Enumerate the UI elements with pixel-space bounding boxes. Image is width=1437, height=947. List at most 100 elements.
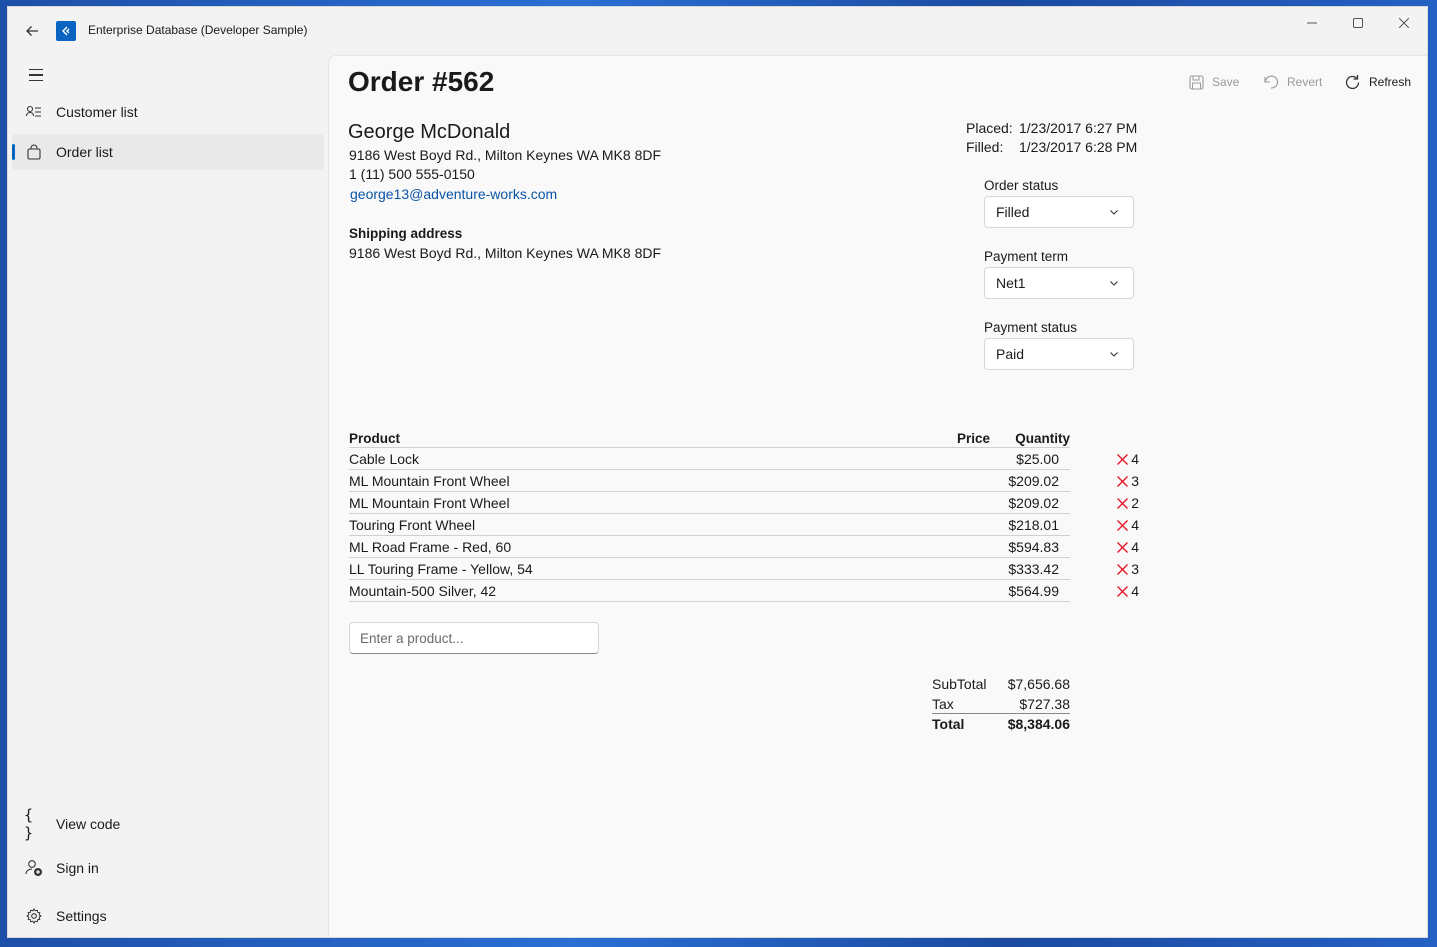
nav-item-settings[interactable]: Settings: [12, 898, 324, 934]
delete-x-icon: [1116, 541, 1128, 553]
code-braces-icon: { }: [24, 806, 34, 842]
delete-x-icon: [1116, 497, 1128, 509]
order-totals: SubTotal $7,656.68 Tax $727.38 Total $8,…: [932, 674, 1070, 734]
refresh-label: Refresh: [1369, 75, 1412, 89]
nav-item-order-list[interactable]: Order list: [12, 134, 324, 170]
nav-item-label: Sign in: [56, 860, 99, 876]
product-cell: Touring Front Wheel: [349, 517, 476, 533]
close-icon: [1399, 18, 1409, 28]
shopping-bag-icon: [24, 142, 44, 162]
table-row[interactable]: ML Road Frame - Red, 60 $594.83 4: [349, 536, 1139, 558]
subtotal-label: SubTotal: [932, 676, 987, 692]
quantity-cell: 4: [1131, 517, 1139, 533]
product-cell: ML Mountain Front Wheel: [349, 473, 510, 489]
chevron-down-icon: [1110, 210, 1118, 215]
app-window: Enterprise Database (Developer Sample) C…: [7, 6, 1428, 938]
page-title: Order #562: [348, 66, 495, 97]
table-row[interactable]: Cable Lock $25.00 4: [349, 448, 1139, 470]
payment-term-value: Net1: [996, 275, 1026, 291]
maximize-button[interactable]: [1335, 7, 1381, 39]
nav-item-label: View code: [56, 816, 121, 832]
delete-item-button[interactable]: [1115, 452, 1129, 466]
nav-item-label: Settings: [56, 908, 107, 924]
delete-item-button[interactable]: [1115, 540, 1129, 554]
title-bar: Enterprise Database (Developer Sample): [8, 7, 1427, 55]
add-product-placeholder: Enter a product...: [360, 630, 464, 646]
tax-row: Tax $727.38: [932, 694, 1070, 714]
product-cell: LL Touring Frame - Yellow, 54: [349, 561, 533, 577]
price-cell: $564.99: [1008, 583, 1059, 599]
shipping-address: 9186 West Boyd Rd., Milton Keynes WA MK8…: [349, 245, 662, 261]
table-row[interactable]: ML Mountain Front Wheel $209.02 2: [349, 492, 1139, 514]
gear-icon: [24, 906, 44, 926]
table-row[interactable]: Mountain-500 Silver, 42 $564.99 4: [349, 580, 1139, 602]
refresh-icon: [1345, 74, 1360, 89]
tax-label: Tax: [932, 696, 954, 712]
payment-term-dropdown[interactable]: Net1: [984, 267, 1134, 299]
maximize-icon: [1353, 18, 1363, 28]
hamburger-menu-button[interactable]: [24, 63, 48, 87]
quantity-cell: 4: [1131, 539, 1139, 555]
revert-label: Revert: [1287, 75, 1323, 89]
delete-item-button[interactable]: [1115, 562, 1129, 576]
order-detail-page: Order #562 Save Revert Refresh George Mc…: [328, 55, 1427, 937]
subtotal-value: $7,656.68: [1007, 676, 1070, 692]
refresh-button[interactable]: Refresh: [1344, 70, 1411, 94]
customer-name: George McDonald: [348, 121, 511, 143]
delete-item-button[interactable]: [1115, 518, 1129, 532]
column-header-product: Product: [349, 431, 401, 446]
quantity-cell: 3: [1131, 473, 1139, 489]
payment-term-label: Payment term: [984, 249, 1069, 264]
table-row[interactable]: ML Mountain Front Wheel $209.02 3: [349, 470, 1139, 492]
save-label: Save: [1212, 75, 1240, 89]
column-header-quantity: Quantity: [1015, 431, 1070, 446]
table-row[interactable]: LL Touring Frame - Yellow, 54 $333.42 3: [349, 558, 1139, 580]
revert-button[interactable]: Revert: [1263, 70, 1322, 94]
delete-item-button[interactable]: [1115, 584, 1129, 598]
nav-item-label: Order list: [56, 144, 113, 160]
nav-item-customer-list[interactable]: Customer list: [12, 94, 324, 130]
order-status-label: Order status: [984, 178, 1059, 193]
payment-status-dropdown[interactable]: Paid: [984, 338, 1134, 370]
table-row[interactable]: Touring Front Wheel $218.01 4: [349, 514, 1139, 536]
shipping-address-label: Shipping address: [349, 226, 463, 241]
delete-x-icon: [1116, 519, 1128, 531]
add-product-input[interactable]: Enter a product...: [349, 622, 599, 654]
customer-email-link[interactable]: george13@adventure-works.com: [350, 186, 557, 202]
filled-date: 1/23/2017 6:28 PM: [1019, 139, 1138, 155]
order-status-value: Filled: [996, 204, 1030, 220]
chevron-down-icon: [1110, 352, 1118, 357]
back-button[interactable]: [20, 19, 44, 43]
nav-item-sign-in[interactable]: Sign in: [12, 850, 324, 886]
price-cell: $209.02: [1008, 473, 1059, 489]
contact-list-icon: [24, 102, 44, 122]
placed-label: Placed:: [966, 120, 1013, 136]
delete-item-button[interactable]: [1115, 474, 1129, 488]
nav-item-label: Customer list: [56, 104, 138, 120]
product-cell: Cable Lock: [349, 451, 420, 467]
product-cell: ML Mountain Front Wheel: [349, 495, 510, 511]
total-label: Total: [932, 716, 965, 732]
order-status-dropdown[interactable]: Filled: [984, 196, 1134, 228]
undo-icon: [1264, 74, 1279, 89]
payment-status-value: Paid: [996, 346, 1025, 362]
close-button[interactable]: [1381, 7, 1427, 39]
price-cell: $333.42: [1008, 561, 1059, 577]
chevron-down-icon: [1110, 281, 1118, 286]
subtotal-row: SubTotal $7,656.68: [932, 674, 1070, 694]
quantity-cell: 4: [1131, 583, 1139, 599]
minimize-button[interactable]: [1289, 7, 1335, 39]
product-cell: ML Road Frame - Red, 60: [349, 539, 512, 555]
delete-item-button[interactable]: [1115, 496, 1129, 510]
table-body: Cable Lock $25.00 4 ML Mountain Front Wheel…: [349, 448, 1139, 602]
line-items-table: Product Price Quantity Cable Lock $25.00 4…: [349, 428, 1139, 602]
customer-phone: 1 (11) 500 555-0150: [349, 166, 475, 182]
price-cell: $25.00: [1016, 451, 1059, 467]
save-button[interactable]: Save: [1189, 70, 1239, 94]
quantity-cell: 2: [1131, 495, 1139, 511]
back-arrow-icon: [26, 26, 38, 36]
column-header-price: Price: [956, 431, 990, 446]
product-cell: Mountain-500 Silver, 42: [349, 583, 497, 599]
nav-item-view-code[interactable]: { } View code: [12, 806, 324, 842]
payment-status-label: Payment status: [984, 320, 1078, 335]
